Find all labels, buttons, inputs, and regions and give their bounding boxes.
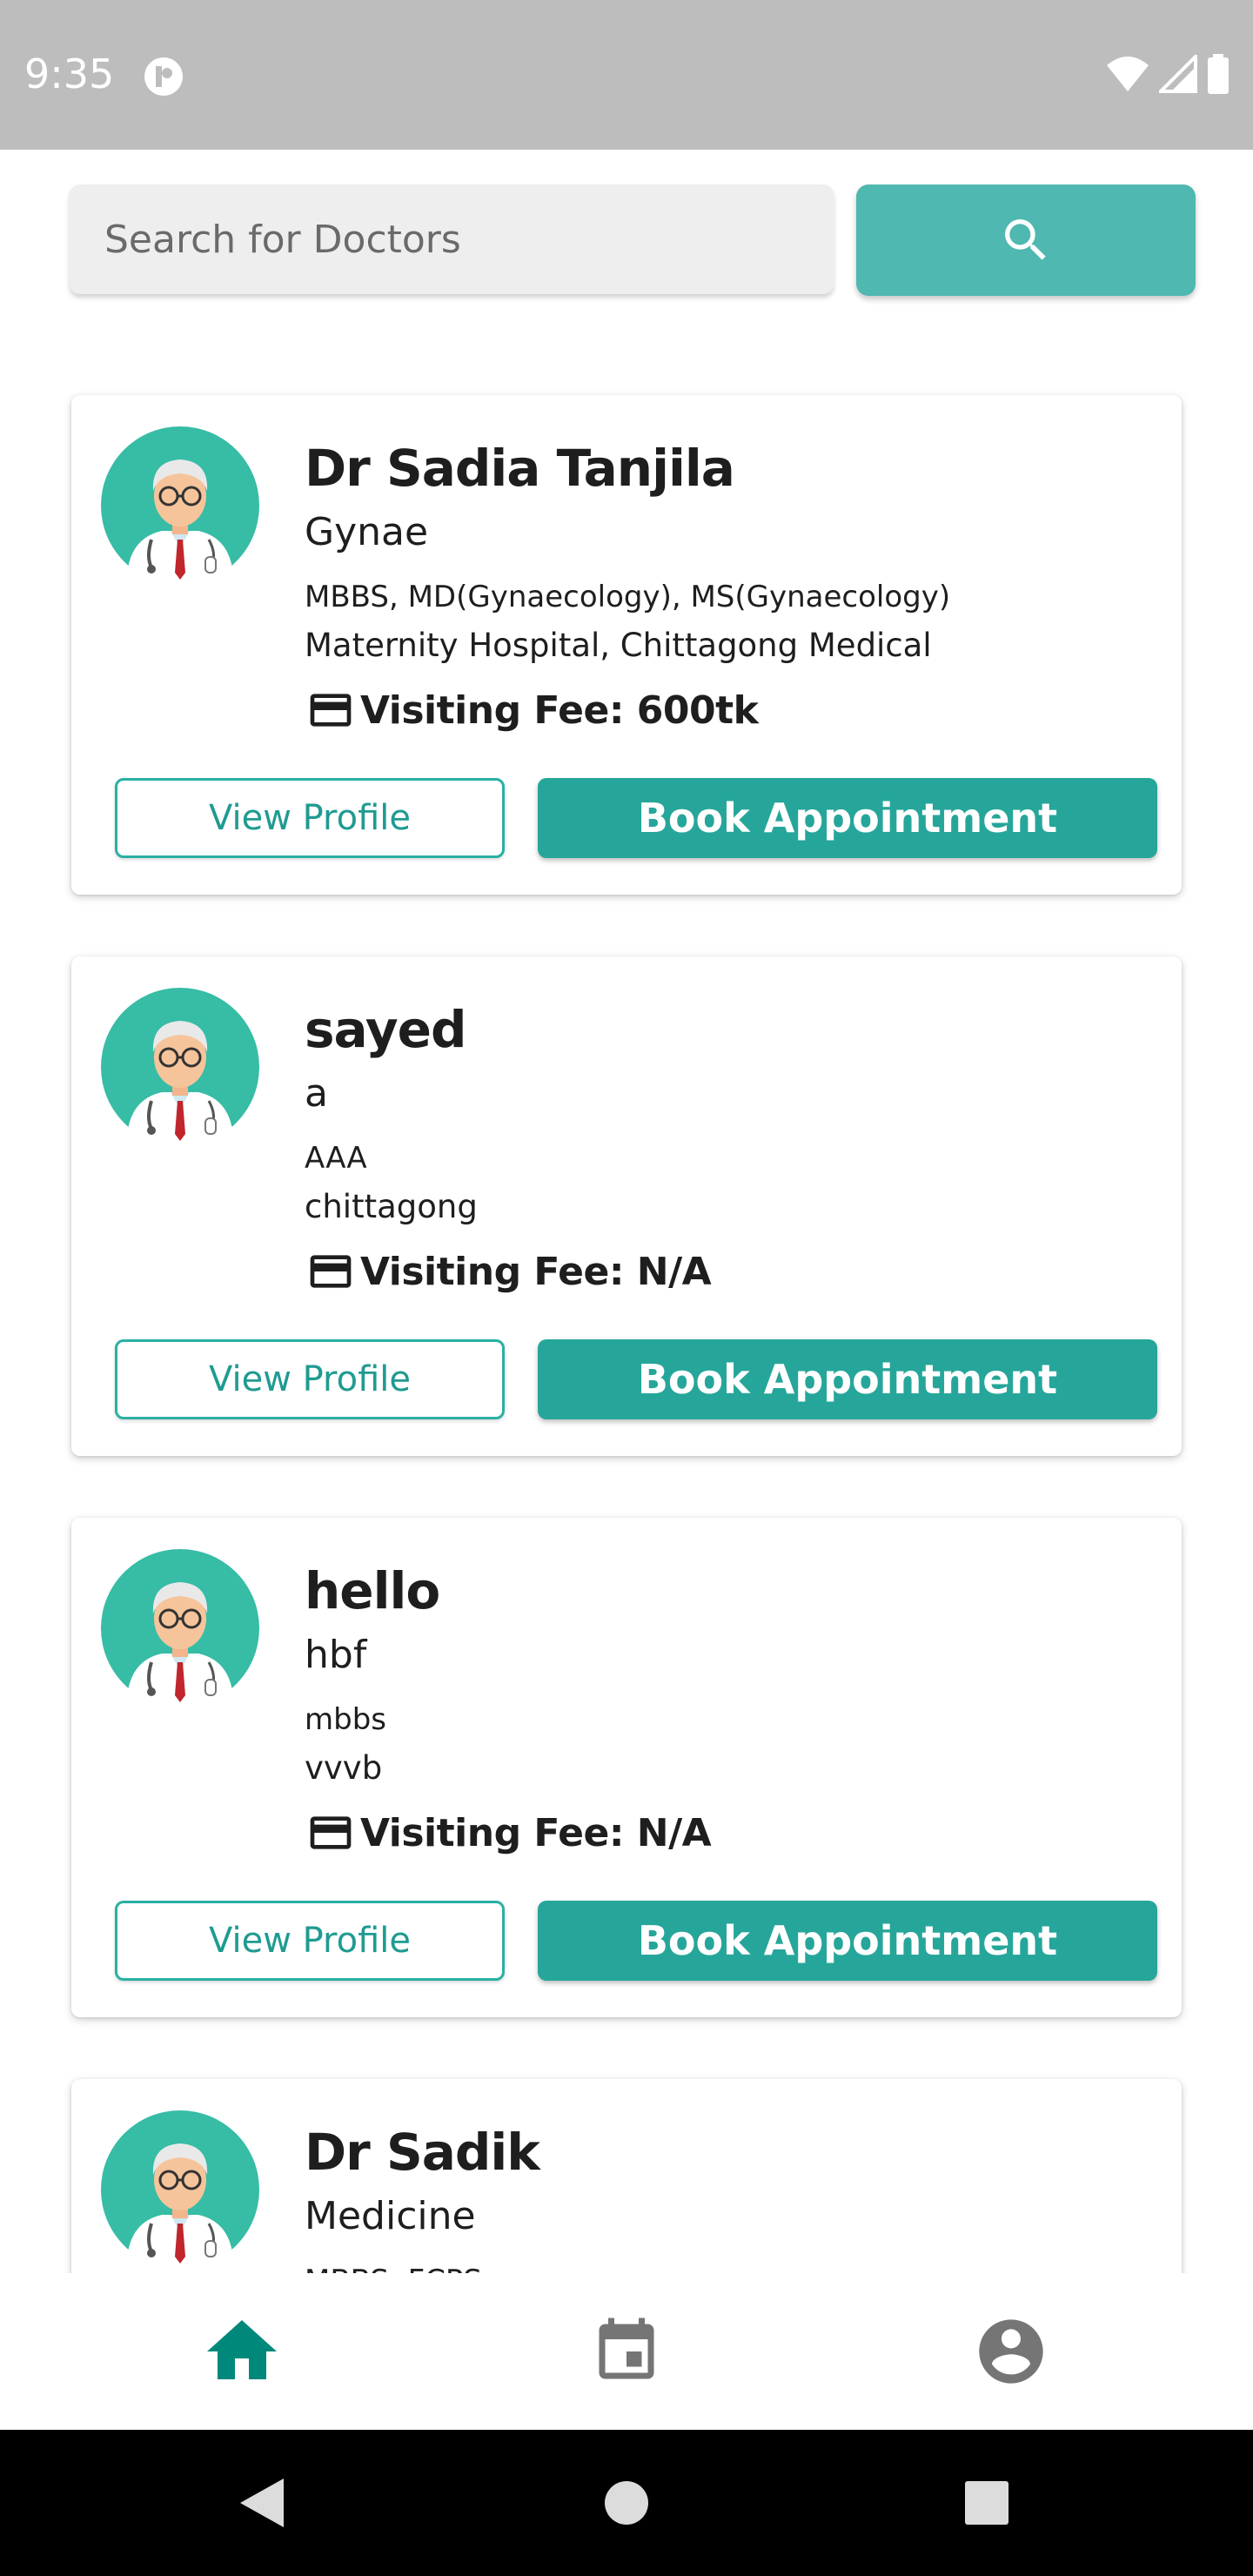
status-icons — [1105, 54, 1230, 94]
visiting-fee-text: Visiting Fee: N/A — [360, 1249, 712, 1294]
battery-icon — [1208, 54, 1229, 94]
nav-appointments[interactable] — [583, 2308, 670, 2395]
view-profile-button[interactable]: View Profile — [115, 778, 505, 858]
nav-profile[interactable] — [968, 2308, 1055, 2395]
doctor-degree: AAA — [305, 1141, 367, 1176]
doctor-degree: mbbs — [305, 1702, 386, 1737]
recents-square-icon — [965, 2481, 1008, 2525]
credit-card-icon — [310, 1255, 352, 1288]
system-recents-button[interactable] — [952, 2468, 1022, 2538]
doctor-name: sayed — [305, 1000, 467, 1059]
doctor-card: Dr Sadia Tanjila Gynae MBBS, MD(Gynaecol… — [71, 395, 1182, 895]
search-input[interactable] — [70, 184, 834, 294]
bottom-navigation — [0, 2273, 1253, 2430]
system-back-button[interactable] — [226, 2468, 296, 2538]
system-navigation-bar — [0, 2430, 1253, 2576]
doctor-name: Dr Sadia Tanjila — [305, 439, 735, 498]
search-bar — [70, 184, 1196, 298]
account-icon — [979, 2319, 1043, 2384]
doctor-name: hello — [305, 1561, 440, 1620]
doctor-card: hello hbf mbbs vvvb Visiting Fee: N/A Vi… — [71, 1518, 1182, 2017]
doctor-avatar — [101, 2110, 259, 2269]
credit-card-icon — [310, 694, 352, 727]
visiting-fee-text: Visiting Fee: 600tk — [360, 688, 759, 733]
system-home-button[interactable] — [592, 2468, 661, 2538]
visiting-fee: Visiting Fee: N/A — [306, 1808, 712, 1857]
credit-card-icon — [310, 1816, 352, 1849]
status-time: 9:35 — [24, 50, 115, 97]
nav-home[interactable] — [198, 2308, 285, 2395]
wifi-icon — [1107, 57, 1149, 91]
doctor-specialty: hbf — [305, 1633, 367, 1677]
status-bar: 9:35 — [0, 0, 1253, 150]
doctor-specialty: a — [305, 1071, 328, 1116]
visiting-fee-text: Visiting Fee: N/A — [360, 1810, 712, 1855]
doctor-hospital: chittagong — [305, 1188, 478, 1225]
book-appointment-button[interactable]: Book Appointment — [538, 1339, 1157, 1419]
doctor-card: Dr Sadik Medicine MBBS, FCPS — [71, 2079, 1182, 2273]
doctor-hospital: vvvb — [305, 1749, 383, 1787]
view-profile-button[interactable]: View Profile — [115, 1901, 505, 1981]
home-circle-icon — [605, 2481, 648, 2525]
doctor-avatar — [101, 1549, 259, 1707]
app-notification-icon — [144, 57, 183, 96]
book-appointment-button[interactable]: Book Appointment — [538, 778, 1157, 858]
doctor-name: Dr Sadik — [305, 2123, 540, 2182]
view-profile-button[interactable]: View Profile — [115, 1339, 505, 1419]
doctor-hospital: Maternity Hospital, Chittagong Medical — [305, 627, 932, 664]
doctor-specialty: Medicine — [305, 2194, 476, 2238]
doctor-degree: MBBS, MD(Gynaecology), MS(Gynaecology) — [305, 580, 951, 614]
cellular-signal-icon — [1159, 55, 1197, 93]
visiting-fee: Visiting Fee: N/A — [306, 1247, 712, 1296]
doctor-degree: MBBS, FCPS — [305, 2264, 482, 2273]
visiting-fee: Visiting Fee: 600tk — [306, 686, 759, 735]
home-icon — [207, 2320, 277, 2379]
calendar-icon — [599, 2318, 654, 2379]
back-triangle-icon — [240, 2479, 284, 2527]
doctor-specialty: Gynae — [305, 510, 429, 554]
search-icon — [1005, 219, 1046, 260]
doctor-list-screen: Dr Sadia Tanjila Gynae MBBS, MD(Gynaecol… — [0, 150, 1253, 2273]
doctor-avatar — [101, 988, 259, 1146]
doctor-avatar — [101, 426, 259, 585]
book-appointment-button[interactable]: Book Appointment — [538, 1901, 1157, 1981]
doctor-card: sayed a AAA chittagong Visiting Fee: N/A… — [71, 956, 1182, 1456]
search-button[interactable] — [856, 184, 1196, 296]
